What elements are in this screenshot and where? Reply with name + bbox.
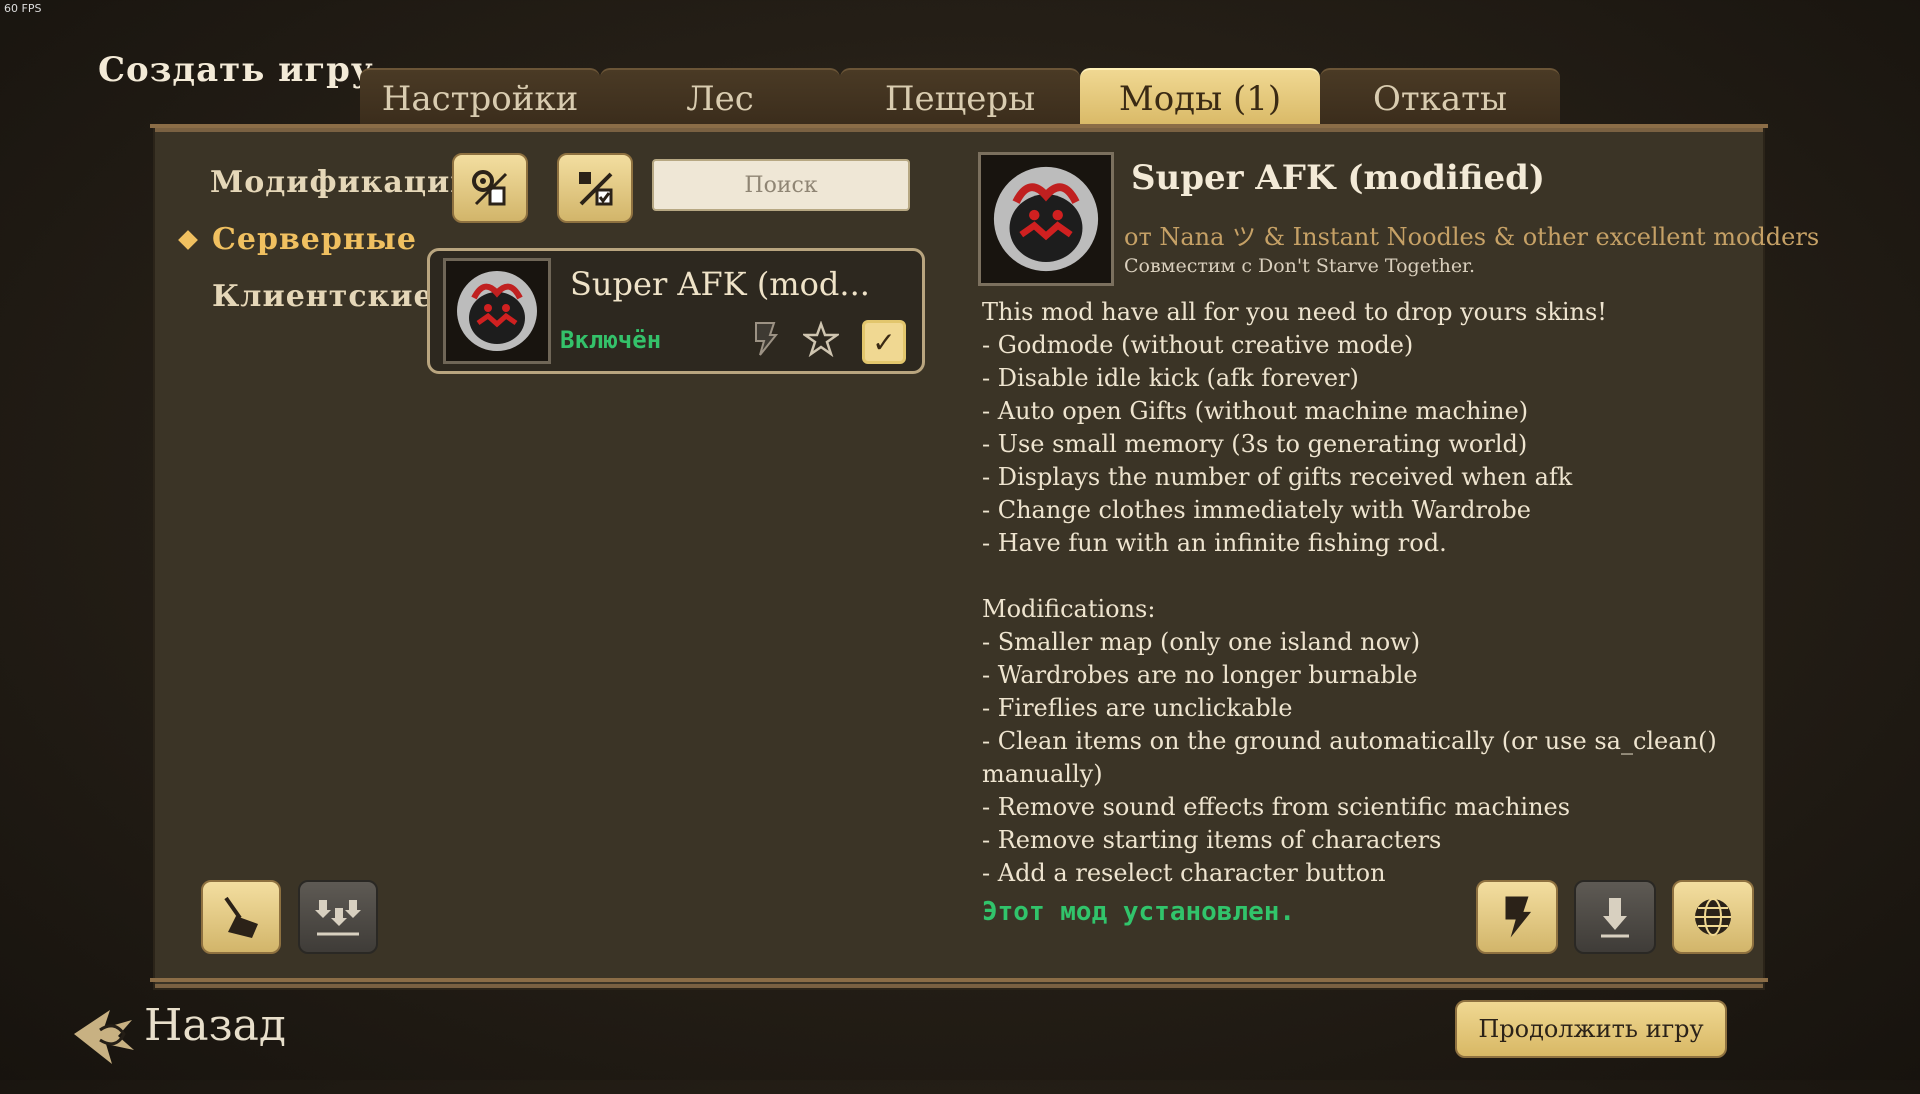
detail-mod-thumbnail [978,152,1114,286]
mods-category-header: Модификации [210,165,474,200]
tab-forest[interactable]: Лес [600,68,840,128]
mod-web-page-button[interactable] [1672,880,1754,954]
page-title: Создать игру [98,50,374,90]
tab-mods[interactable]: Моды (1) [1080,68,1320,128]
detail-mod-title: Super AFK (modified) [1131,158,1545,198]
bolt-icon [1505,896,1532,938]
clean-button[interactable] [201,880,281,954]
fps-counter: 60 FPS [4,2,42,15]
configure-mod-button[interactable] [1476,880,1558,954]
bolt-icon[interactable] [745,319,785,359]
panel-frame-bottom [150,978,1768,982]
mod-installed-status: Этот мод установлен. [982,897,1296,927]
download-icon [1601,898,1629,938]
toggle-all-button[interactable] [557,153,633,223]
continue-game-button[interactable]: Продолжить игру [1455,1000,1727,1058]
detail-mod-author: от Nana ツ & Instant Noodles & other exce… [1124,223,1820,251]
panel-frame-top [150,124,1768,128]
sidebar-item-server[interactable]: Серверные [212,222,417,257]
back-button[interactable]: Назад [144,1000,286,1051]
back-arrow-icon[interactable] [70,990,140,1094]
favorite-star-icon[interactable] [801,319,841,359]
globe-icon [1695,898,1731,936]
afk-mask-icon [457,271,537,351]
afk-mask-icon [993,166,1099,272]
multi-download-icon [315,900,361,936]
tab-rollbacks[interactable]: Откаты [1320,68,1560,128]
update-all-button[interactable] [298,880,378,954]
percent-check-icon [579,172,613,206]
broom-icon [224,896,258,938]
check-icon: ✓ [872,325,896,359]
gear-paper-icon [472,170,508,206]
mod-list-item-name: Super AFK (mod... [570,265,870,303]
mod-list-item-status: Включён [560,326,662,354]
search-input[interactable]: Поиск [652,159,910,211]
update-mod-button[interactable] [1574,880,1656,954]
tab-settings[interactable]: Настройки [360,68,600,128]
tab-caves[interactable]: Пещеры [840,68,1080,128]
sidebar-item-client[interactable]: Клиентские [212,279,434,314]
detail-mod-compat: Совместим с Don't Starve Together. [1124,255,1476,277]
configure-all-button[interactable] [452,153,528,223]
mod-thumbnail [443,258,551,364]
mod-enabled-checkbox[interactable]: ✓ [862,320,906,364]
detail-mod-description: This mod have all for you need to drop y… [982,298,1717,887]
